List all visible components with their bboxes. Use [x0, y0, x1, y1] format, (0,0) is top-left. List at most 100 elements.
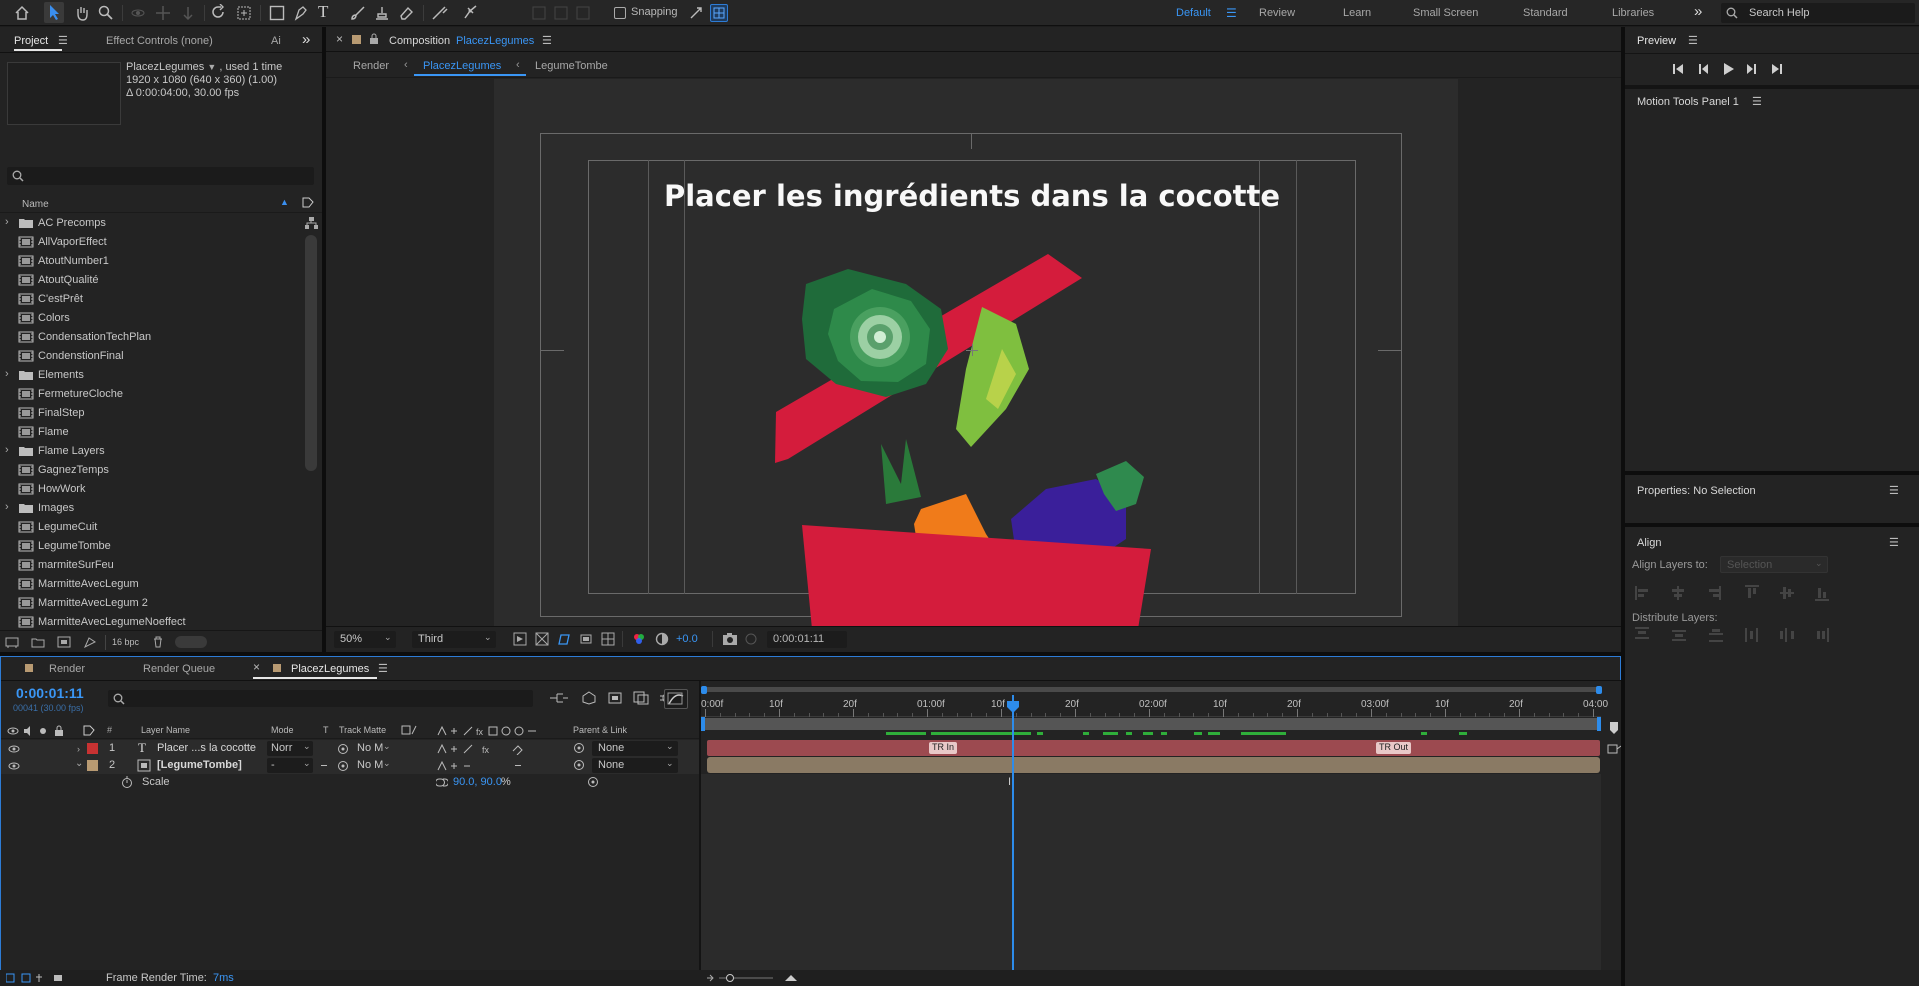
- workspace-default[interactable]: Default: [1176, 7, 1211, 19]
- column-name-header[interactable]: Name: [22, 199, 49, 210]
- layer-name-header[interactable]: Layer Name: [141, 725, 190, 735]
- blend-mode-dropdown[interactable]: - ⌄: [267, 758, 313, 773]
- layer-row-2[interactable]: ⌄ 2 [LegumeTombe] - ⌄ No M ⌄ None ⌄: [1, 757, 699, 774]
- zoom-tool-icon[interactable]: [98, 5, 114, 21]
- current-time-field[interactable]: 0:00:01:11: [767, 631, 847, 648]
- pickwhip-icon[interactable]: [337, 743, 349, 755]
- channel-color-icon[interactable]: [632, 632, 646, 646]
- motion-tools-menu-icon[interactable]: ☰: [1752, 95, 1762, 108]
- expand-arrow-icon[interactable]: ›: [5, 444, 9, 456]
- workspace-libraries[interactable]: Libraries: [1612, 7, 1654, 19]
- tab-placezlegumes-timeline[interactable]: PlacezLegumes: [291, 663, 369, 675]
- project-item[interactable]: C'estPrêt: [0, 290, 300, 309]
- last-frame-button[interactable]: [1770, 61, 1784, 77]
- comp-button-icon[interactable]: [1607, 743, 1621, 755]
- visibility-eye-icon[interactable]: [8, 744, 20, 754]
- av-switches-icons[interactable]: [7, 725, 67, 737]
- project-item[interactable]: CondensationTechPlan: [0, 328, 300, 347]
- snapshot-camera-icon[interactable]: [722, 632, 738, 646]
- magnification-dropdown[interactable]: 50% ⌄: [334, 631, 396, 648]
- collapse-arrow-icon[interactable]: ⌄: [75, 758, 83, 769]
- project-item[interactable]: MarmitteAvecLegum 2: [0, 594, 300, 613]
- parent-dropdown[interactable]: None ⌄: [592, 741, 678, 756]
- exposure-value[interactable]: +0.0: [676, 633, 698, 645]
- scale-value[interactable]: 90.0, 90.0: [453, 776, 502, 788]
- project-item[interactable]: FinalStep: [0, 404, 300, 423]
- tab-render[interactable]: Render: [49, 663, 85, 675]
- anchor-tool-icon[interactable]: [236, 5, 252, 21]
- layer-switches[interactable]: fx: [436, 743, 496, 755]
- close-comp-tab-icon[interactable]: ×: [336, 32, 343, 46]
- expand-arrow-icon[interactable]: ›: [5, 368, 9, 380]
- project-search-input[interactable]: [7, 167, 314, 185]
- visibility-eye-icon[interactable]: [8, 761, 20, 771]
- type-tool-icon[interactable]: T: [318, 2, 328, 22]
- composition-viewer[interactable]: Placer les ingrédients dans la cocotte: [326, 79, 1621, 626]
- property-row-scale[interactable]: Scale 90.0, 90.0 %: [1, 774, 699, 791]
- brush-tool-icon[interactable]: [350, 5, 366, 21]
- layer-switches-header[interactable]: fx: [436, 725, 551, 737]
- project-item[interactable]: AllVaporEffect: [0, 233, 300, 252]
- project-scrollbar[interactable]: [305, 235, 317, 471]
- adobe-media-encoder-icon[interactable]: [83, 636, 97, 648]
- pickwhip-icon[interactable]: [337, 760, 349, 772]
- shy-layers-icon[interactable]: [607, 691, 623, 705]
- breadcrumb-placezlegumes[interactable]: PlacezLegumes: [423, 60, 501, 72]
- next-frame-button[interactable]: [1745, 61, 1759, 77]
- snap-edges-icon[interactable]: [688, 5, 704, 21]
- blend-mode-dropdown[interactable]: Norr ⌄: [267, 741, 313, 756]
- work-area-bar[interactable]: [703, 718, 1600, 730]
- selected-item-dropdown-icon[interactable]: ▼: [207, 62, 216, 72]
- roto-brush-icon[interactable]: [431, 4, 449, 21]
- status-toggle-icons[interactable]: [6, 973, 78, 983]
- timeline-menu-icon[interactable]: ☰: [378, 662, 388, 675]
- layer-label-color[interactable]: [87, 743, 98, 754]
- tab-placezlegumes[interactable]: PlacezLegumes: [456, 35, 534, 47]
- tab-ai[interactable]: Ai: [271, 35, 281, 47]
- project-item[interactable]: › Images: [0, 499, 300, 518]
- project-item[interactable]: AtoutNumber1: [0, 252, 300, 271]
- project-item[interactable]: FermetureCloche: [0, 385, 300, 404]
- track-matte-dropdown[interactable]: No M ⌄: [337, 741, 393, 756]
- constrain-proportions-icon[interactable]: [436, 778, 448, 787]
- time-navigator-bar[interactable]: [703, 687, 1600, 692]
- project-zoom-slider[interactable]: [175, 636, 207, 648]
- new-folder-icon[interactable]: [31, 636, 45, 648]
- workspace-menu-icon[interactable]: ☰: [1226, 6, 1237, 20]
- project-item[interactable]: Flame: [0, 423, 300, 442]
- stopwatch-icon[interactable]: [121, 776, 133, 788]
- dolly-camera-icon[interactable]: [180, 5, 196, 21]
- composition-mini-flowchart-icon[interactable]: [549, 691, 569, 705]
- fast-previews-icon[interactable]: [513, 632, 527, 646]
- project-item[interactable]: › Flame Layers: [0, 442, 300, 461]
- home-icon[interactable]: [14, 5, 30, 20]
- label-tag-icon[interactable]: [83, 725, 95, 737]
- mask-visibility-icon[interactable]: [557, 632, 571, 646]
- project-item[interactable]: HowWork: [0, 480, 300, 499]
- tab-render-queue[interactable]: Render Queue: [143, 663, 215, 675]
- distribute-buttons[interactable]: [1635, 627, 1835, 643]
- tab-project[interactable]: Project: [14, 35, 48, 47]
- clone-stamp-icon[interactable]: [374, 5, 390, 21]
- properties-menu-icon[interactable]: ☰: [1889, 484, 1899, 497]
- tab-effect-controls[interactable]: Effect Controls (none): [106, 35, 213, 47]
- project-item[interactable]: Colors: [0, 309, 300, 328]
- breadcrumb-render[interactable]: Render: [353, 60, 389, 72]
- search-help-field[interactable]: Search Help: [1721, 3, 1915, 23]
- comp-panel-menu-icon[interactable]: ☰: [542, 34, 552, 47]
- parent-pickwhip-icon[interactable]: [573, 742, 585, 754]
- timeline-search-input[interactable]: [108, 690, 533, 707]
- orbit-camera-icon[interactable]: [130, 5, 146, 21]
- marker-tr-out[interactable]: TR Out: [1376, 742, 1412, 754]
- interpret-footage-icon[interactable]: [5, 636, 19, 648]
- project-item[interactable]: AtoutQualité: [0, 271, 300, 290]
- bit-depth-button[interactable]: 16 bpc: [105, 635, 145, 650]
- preview-menu-icon[interactable]: ☰: [1688, 34, 1698, 47]
- color-management-icon[interactable]: [655, 632, 669, 646]
- layer-row-1[interactable]: › 1 T Placer ...s la cocotte Norr ⌄ No M…: [1, 740, 699, 757]
- layer-2-bar[interactable]: [707, 757, 1600, 773]
- align-to-dropdown[interactable]: Selection ⌄: [1720, 556, 1828, 573]
- label-tag-icon[interactable]: [302, 197, 314, 209]
- align-menu-icon[interactable]: ☰: [1889, 536, 1899, 549]
- align-buttons[interactable]: [1635, 585, 1835, 601]
